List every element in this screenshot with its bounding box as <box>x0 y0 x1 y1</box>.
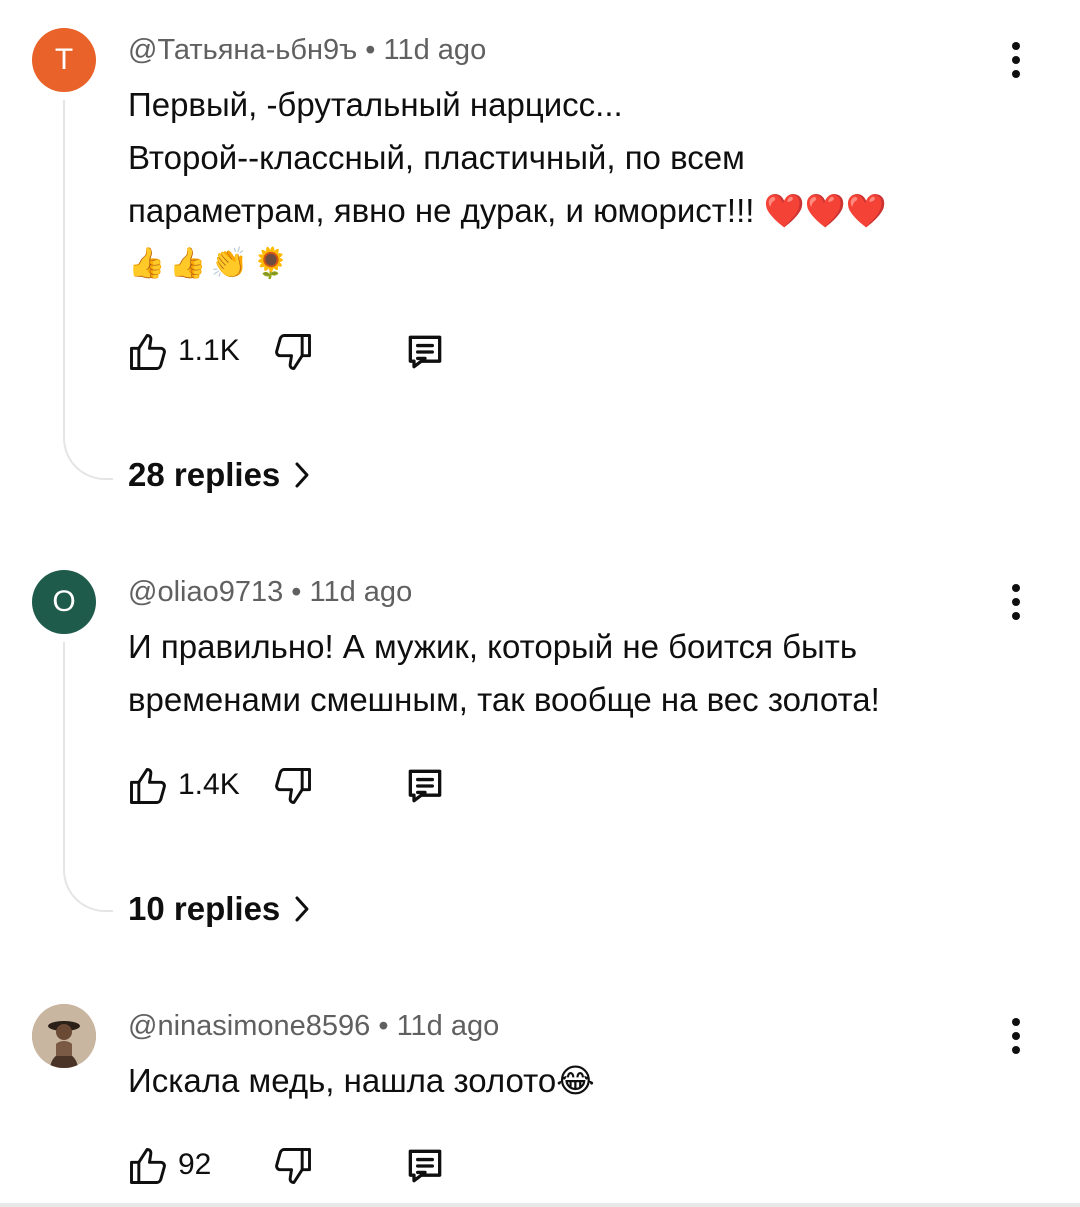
comment-line: Искала медь, нашла золото😂 <box>128 1062 595 1099</box>
comment-text: Искала медь, нашла золото😂 <box>128 1054 1008 1107</box>
comment-line: параметрам, явно не дурак, и юморист!!! … <box>128 192 887 229</box>
like-count: 92 <box>178 1148 212 1181</box>
thumb-up-icon[interactable] <box>126 330 170 374</box>
comment-text: И правильно! А мужик, который не боится … <box>128 620 1008 726</box>
author-handle[interactable]: @oliao9713 <box>128 576 283 608</box>
meta-separator: • <box>378 1010 389 1042</box>
comment-icon[interactable] <box>402 764 448 808</box>
chevron-right-icon <box>295 896 309 922</box>
author-handle[interactable]: @ninasimone8596 <box>128 1010 370 1042</box>
like-count: 1.1K <box>178 334 240 367</box>
replies-count: 28 replies <box>128 456 281 493</box>
view-replies-button[interactable]: 10 replies <box>128 890 310 928</box>
comment-actions: 1.1K <box>126 326 466 376</box>
avatar[interactable]: T <box>32 28 96 92</box>
thread-line <box>63 642 113 912</box>
comment-line: И правильно! А мужик, который не боится … <box>128 628 858 665</box>
bottom-divider <box>0 1203 1080 1207</box>
more-vert-icon[interactable] <box>1002 1016 1030 1056</box>
comment-line: временами смешным, так вообще на вес зол… <box>128 681 880 718</box>
comment-text: Первый, -брутальный нарцисс... Второй--к… <box>128 78 1008 290</box>
comment-meta: @Татьяна-ьбн9ъ • 11d ago <box>128 34 486 67</box>
avatar-photo <box>32 1004 96 1068</box>
thread-line <box>63 100 113 480</box>
avatar[interactable] <box>32 1004 96 1068</box>
chevron-right-icon <box>295 462 309 488</box>
comment-meta: @ninasimone8596 • 11d ago <box>128 1010 499 1043</box>
avatar[interactable]: O <box>32 570 96 634</box>
comment-icon[interactable] <box>402 330 448 374</box>
thumb-up-icon[interactable] <box>126 1144 170 1188</box>
comment-actions: 92 <box>126 1140 466 1190</box>
comment-time: 11d ago <box>383 34 487 66</box>
comment-line: Второй--классный, пластичный, по всем <box>128 139 745 176</box>
thumb-up-icon[interactable] <box>126 764 170 808</box>
comment-line: 👍👍👏🌻 <box>128 247 294 280</box>
comment-meta: @oliao9713 • 11d ago <box>128 576 412 609</box>
avatar-letter: O <box>52 585 76 618</box>
more-vert-icon[interactable] <box>1002 582 1030 622</box>
like-count: 1.4K <box>178 768 240 801</box>
thumb-down-icon[interactable] <box>271 330 315 374</box>
comment-time: 11d ago <box>309 576 413 608</box>
thumb-down-icon[interactable] <box>271 764 315 808</box>
comment-time: 11d ago <box>396 1010 500 1042</box>
meta-separator: • <box>365 34 376 66</box>
meta-separator: • <box>291 576 302 608</box>
thumb-down-icon[interactable] <box>271 1144 315 1188</box>
comment-actions: 1.4K <box>126 760 466 810</box>
more-vert-icon[interactable] <box>1002 40 1030 80</box>
avatar-letter: T <box>54 43 74 76</box>
view-replies-button[interactable]: 28 replies <box>128 456 310 494</box>
author-handle[interactable]: @Татьяна-ьбн9ъ <box>128 34 357 66</box>
comment-line: Первый, -брутальный нарцисс... <box>128 86 623 123</box>
comment-icon[interactable] <box>402 1144 448 1188</box>
replies-count: 10 replies <box>128 890 281 927</box>
